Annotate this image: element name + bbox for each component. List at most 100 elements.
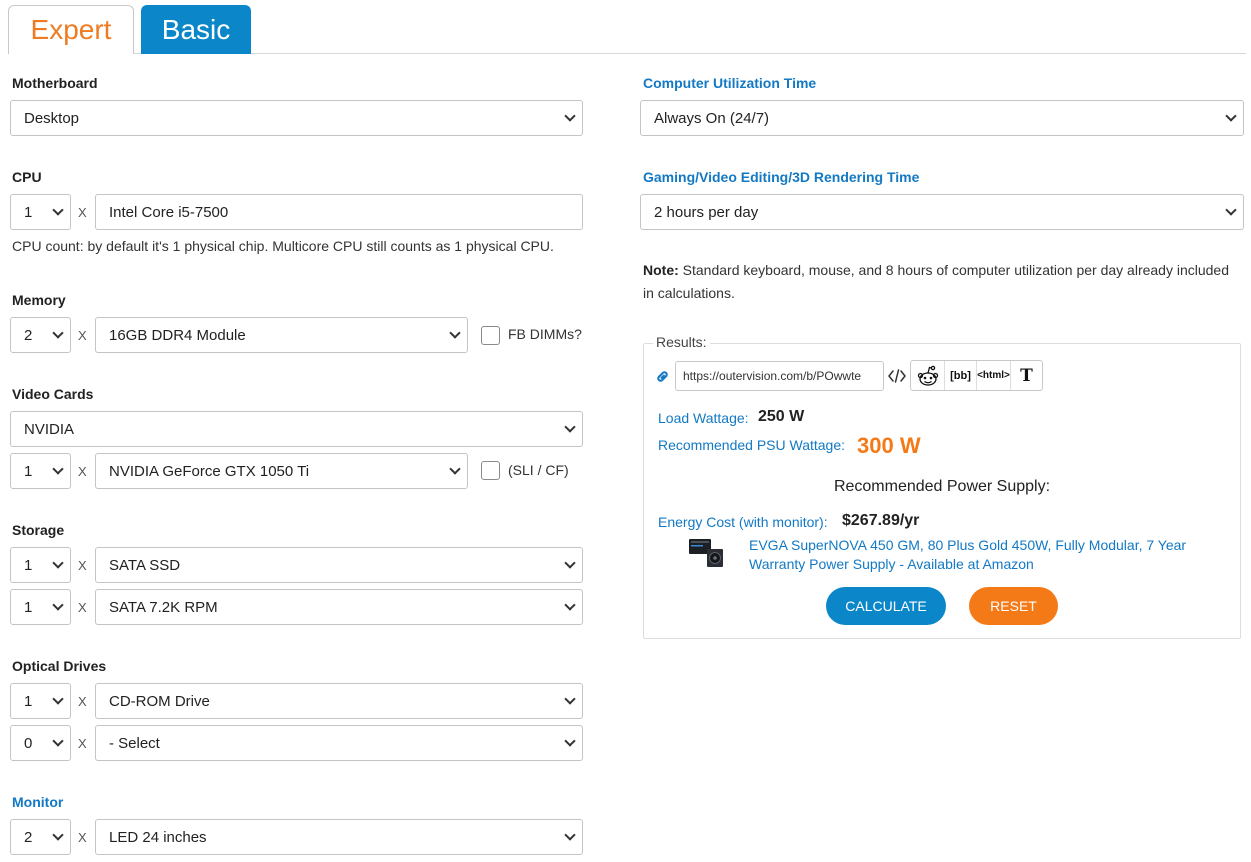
tab-expert[interactable]: Expert (8, 5, 134, 54)
reddit-icon (917, 365, 938, 386)
multiplier-x: X (78, 464, 87, 479)
cpu-count-select[interactable]: 1 (10, 194, 71, 230)
html-share-button[interactable]: <html> (977, 361, 1011, 390)
chevron-down-icon (52, 463, 64, 475)
memory-select[interactable]: 16GB DDR4 Module (95, 317, 468, 353)
chevron-down-icon (564, 421, 576, 433)
storage-count-value: 1 (24, 598, 33, 616)
video-card-value: NVIDIA GeForce GTX 1050 Ti (109, 462, 310, 480)
chevron-down-icon (1225, 110, 1237, 122)
optical-count-value: 0 (24, 734, 33, 752)
chevron-down-icon (52, 829, 64, 841)
monitor-count-value: 2 (24, 828, 33, 846)
storage-select[interactable]: SATA 7.2K RPM (95, 589, 583, 625)
storage-count-select[interactable]: 1 (10, 589, 71, 625)
cpu-count-value: 1 (24, 203, 33, 221)
gaming-time-select[interactable]: 2 hours per day (640, 194, 1244, 230)
calculate-button[interactable]: CALCULATE (826, 587, 946, 625)
chevron-down-icon (1225, 204, 1237, 216)
monitor-select[interactable]: LED 24 inches (95, 819, 583, 855)
storage-count-select[interactable]: 1 (10, 547, 71, 583)
multiplier-x: X (78, 600, 87, 615)
reset-button[interactable]: RESET (969, 587, 1058, 625)
share-url-value: https://outervision.com/b/POwwte (683, 369, 862, 383)
monitor-label[interactable]: Monitor (12, 794, 63, 810)
energy-cost-label[interactable]: Energy Cost (with monitor): (658, 514, 828, 530)
monitor-count-select[interactable]: 2 (10, 819, 71, 855)
tab-divider (134, 53, 1246, 54)
optical-drive-select[interactable]: CD-ROM Drive (95, 683, 583, 719)
video-cards-label: Video Cards (12, 386, 94, 402)
cpu-help-text: CPU count: by default it's 1 physical ch… (12, 238, 554, 254)
cpu-label: CPU (12, 169, 42, 185)
memory-label: Memory (12, 292, 66, 308)
fb-dimms-checkbox[interactable] (481, 326, 500, 345)
gaming-time-value: 2 hours per day (654, 203, 759, 221)
cpu-input[interactable]: Intel Core i5-7500 (95, 194, 583, 230)
chevron-down-icon (52, 557, 64, 569)
multiplier-x: X (78, 694, 87, 709)
multiplier-x: X (78, 328, 87, 343)
video-brand-select[interactable]: NVIDIA (10, 411, 583, 447)
optical-drive-select[interactable]: - Select (95, 725, 583, 761)
storage-count-value: 1 (24, 556, 33, 574)
bbcode-share-button[interactable]: [bb] (945, 361, 977, 390)
optical-drive-value: - Select (109, 734, 160, 752)
video-count-value: 1 (24, 462, 33, 480)
calculator-tabs: Expert Basic (0, 0, 1251, 55)
recommended-psu-wattage-value: 300 W (857, 433, 921, 458)
memory-count-value: 2 (24, 326, 33, 344)
utilization-select[interactable]: Always On (24/7) (640, 100, 1244, 136)
chevron-down-icon (564, 599, 576, 611)
multiplier-x: X (78, 558, 87, 573)
chevron-down-icon (564, 557, 576, 569)
optical-count-value: 1 (24, 692, 33, 710)
memory-count-select[interactable]: 2 (10, 317, 71, 353)
gaming-time-label[interactable]: Gaming/Video Editing/3D Rendering Time (643, 169, 919, 185)
chevron-down-icon (564, 693, 576, 705)
optical-drive-value: CD-ROM Drive (109, 692, 210, 710)
video-card-select[interactable]: NVIDIA GeForce GTX 1050 Ti (95, 453, 468, 489)
reddit-share-button[interactable] (911, 361, 945, 390)
multiplier-x: X (78, 736, 87, 751)
multiplier-x: X (78, 205, 87, 220)
chevron-down-icon (52, 599, 64, 611)
chevron-down-icon (52, 693, 64, 705)
storage-value: SATA 7.2K RPM (109, 598, 218, 616)
note-text: Standard keyboard, mouse, and 8 hours of… (643, 262, 1229, 301)
cpu-input-value: Intel Core i5-7500 (109, 203, 229, 221)
load-wattage-label[interactable]: Load Wattage: (658, 410, 749, 426)
sli-cf-label: (SLI / CF) (508, 462, 569, 478)
note-prefix: Note: (643, 262, 679, 278)
psu-product-link[interactable]: EVGA SuperNOVA 450 GM, 80 Plus Gold 450W… (749, 536, 1219, 574)
results-legend: Results: (653, 334, 710, 350)
motherboard-select[interactable]: Desktop (10, 100, 583, 136)
storage-select[interactable]: SATA SSD (95, 547, 583, 583)
multiplier-x: X (78, 830, 87, 845)
optical-drives-label: Optical Drives (12, 658, 107, 674)
chevron-down-icon (449, 327, 461, 339)
chevron-down-icon (564, 829, 576, 841)
storage-label: Storage (12, 522, 65, 538)
sli-cf-checkbox[interactable] (481, 461, 500, 480)
monitor-value: LED 24 inches (109, 828, 207, 846)
chevron-down-icon (52, 735, 64, 747)
optical-count-select[interactable]: 0 (10, 725, 71, 761)
utilization-label[interactable]: Computer Utilization Time (643, 75, 816, 91)
psu-product-image[interactable] (687, 536, 725, 570)
load-wattage-value: 250 W (758, 408, 805, 425)
storage-value: SATA SSD (109, 556, 181, 574)
chevron-down-icon (564, 110, 576, 122)
optical-count-select[interactable]: 1 (10, 683, 71, 719)
link-icon[interactable] (655, 369, 670, 384)
chevron-down-icon (449, 463, 461, 475)
text-share-button[interactable]: T (1011, 361, 1042, 390)
share-toolbar: [bb] <html> T (910, 360, 1043, 391)
recommended-psu-wattage-label[interactable]: Recommended PSU Wattage: (658, 437, 845, 453)
video-count-select[interactable]: 1 (10, 453, 71, 489)
chevron-down-icon (564, 735, 576, 747)
tab-basic[interactable]: Basic (141, 5, 251, 54)
embed-code-icon[interactable] (888, 368, 906, 384)
chevron-down-icon (52, 204, 64, 216)
share-url-input[interactable]: https://outervision.com/b/POwwte (675, 361, 884, 391)
